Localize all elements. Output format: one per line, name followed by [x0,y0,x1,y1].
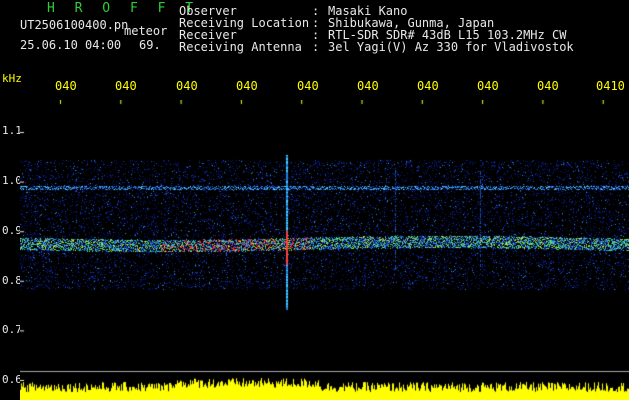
observation-datetime: 25.06.10 04:00 [20,38,122,52]
y-tick-label: 0.7 [2,323,22,336]
meteor-label: meteor [124,24,168,38]
y-axis-unit: kHz [2,72,22,85]
x-tick-label: 040 [297,79,319,93]
meteor-count: 69. [139,38,161,52]
image-filename: UT2506100400.pn [20,18,129,32]
y-tick-label: 1.0 [2,174,22,187]
antenna-label: Receiving Antenna [179,40,302,54]
y-tick-label: 0.8 [2,274,22,287]
app-brand: H R O F F T [47,1,200,16]
x-tick-label: 040 [417,79,439,93]
antenna-separator: : [312,40,320,54]
antenna-value: 3el Yagi(V) Az 330 for Vladivostok [328,40,574,54]
x-tick-label: 040 [357,79,379,93]
x-tick-label: 040 [55,79,77,93]
y-tick-label: 0.6 [2,373,22,386]
x-tick-label: 0410 [596,79,625,93]
x-tick-label: 040 [236,79,258,93]
y-tick-label: 0.9 [2,224,22,237]
spectrogram-plot [20,100,629,400]
x-tick-label: 040 [176,79,198,93]
x-tick-label: 040 [477,79,499,93]
y-tick-label: 1.1 [2,124,22,137]
x-tick-label: 040 [537,79,559,93]
x-tick-label: 040 [115,79,137,93]
spectrogram-window: H R O F F T UT2506100400.pn meteor 25.06… [0,0,629,400]
